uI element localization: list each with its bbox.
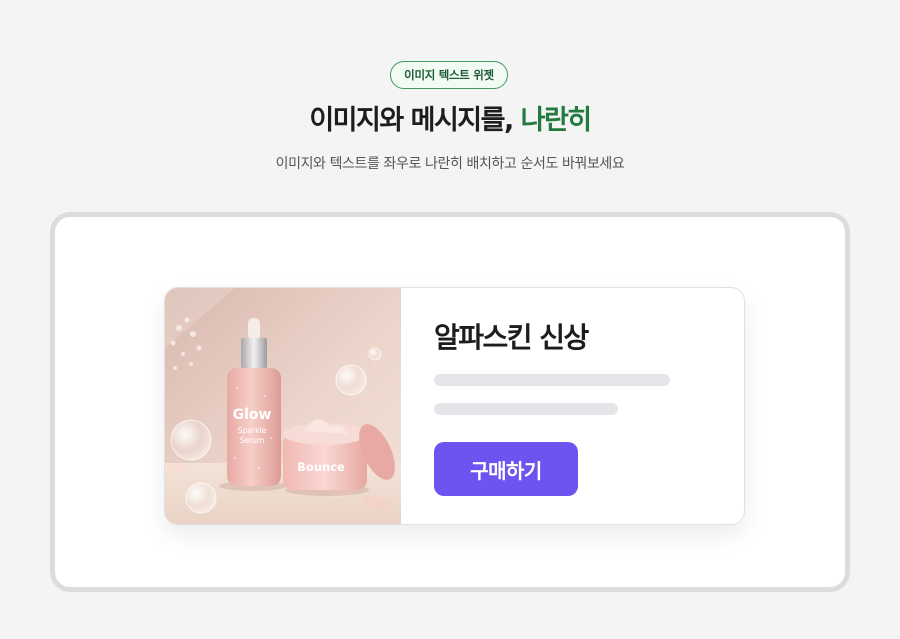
card-title: 알파스킨 신상 xyxy=(434,321,589,354)
product-photo: Glow Sparkle Serum Bounce xyxy=(165,288,401,524)
widget-type-badge: 이미지 텍스트 위젯 xyxy=(390,61,508,89)
serum-line1-text: Sparkle xyxy=(238,426,267,435)
buy-button[interactable]: 구매하기 xyxy=(434,442,578,496)
page-title-accent: 나란히 xyxy=(520,105,593,136)
text-placeholder-line xyxy=(434,403,618,415)
badge-label: 이미지 텍스트 위젯 xyxy=(404,68,494,82)
serum-brand-text: Glow xyxy=(233,407,272,423)
page-title-main: 이미지와 메시지를, xyxy=(309,105,521,136)
text-placeholder-line xyxy=(434,374,670,386)
serum-line2-text: Serum xyxy=(240,436,265,445)
cream-brand-text: Bounce xyxy=(297,460,345,474)
card-content: 알파스킨 신상 구매하기 xyxy=(401,288,744,524)
page-subtitle: 이미지와 텍스트를 좌우로 나란히 배치하고 순서도 바꿔보세요 xyxy=(275,156,625,172)
image-text-card: Glow Sparkle Serum Bounce 알파스킨 신상 구매하기 xyxy=(164,287,745,525)
page-title: 이미지와 메시지를, 나란히 xyxy=(0,101,900,141)
preview-frame: Glow Sparkle Serum Bounce 알파스킨 신상 구매하기 xyxy=(50,212,850,592)
